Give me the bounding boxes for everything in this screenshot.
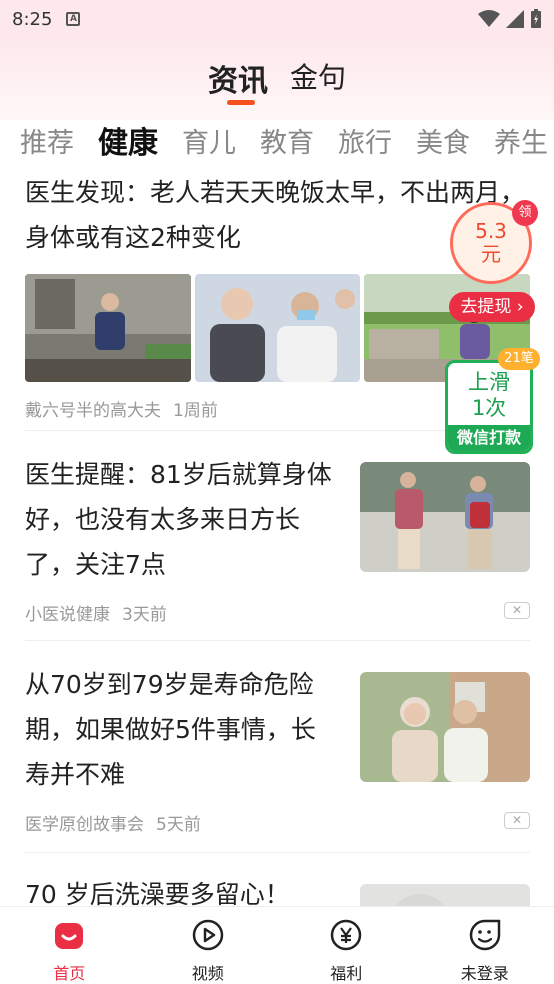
divider bbox=[25, 852, 530, 853]
article-source: 医学原创故事会 bbox=[25, 815, 144, 835]
category-bar: 推荐 健康 育儿 教育 旅行 美食 养生 bbox=[0, 118, 554, 162]
article-image bbox=[360, 884, 530, 906]
withdraw-button[interactable]: 去提现 › bbox=[449, 292, 535, 322]
article-image bbox=[360, 462, 530, 572]
category-education[interactable]: 教育 bbox=[260, 121, 314, 160]
home-icon bbox=[51, 917, 87, 952]
tab-news[interactable]: 资讯 bbox=[208, 56, 268, 100]
slide-card-footer: 微信打款 bbox=[448, 425, 530, 451]
category-parenting[interactable]: 育儿 bbox=[182, 121, 236, 160]
status-icons bbox=[478, 9, 542, 29]
slide-count-badge: 21笔 bbox=[498, 348, 540, 370]
article-item[interactable]: 医生提醒：81岁后就算身体好，也没有太多来日方长了，关注7点 小医说健康 3天前… bbox=[25, 452, 530, 625]
category-health[interactable]: 健康 bbox=[98, 118, 158, 162]
nav-home-label: 首页 bbox=[53, 964, 86, 983]
category-recommend[interactable]: 推荐 bbox=[20, 121, 74, 160]
article-title: 从70岁到79岁是寿命危险期，如果做好5件事情，长寿并不难 bbox=[25, 670, 316, 789]
nav-home[interactable]: 首页 bbox=[0, 907, 139, 984]
article-source: 小医说健康 bbox=[25, 605, 110, 625]
status-bar: 8:25 A bbox=[0, 0, 554, 38]
article-source: 戴六号半的高大夫 bbox=[25, 401, 161, 421]
dismiss-button[interactable]: ✕ bbox=[504, 602, 530, 619]
slide-card-line2: 1次 bbox=[471, 396, 507, 420]
article-time: 3天前 bbox=[122, 605, 167, 625]
claim-badge[interactable]: 领 bbox=[512, 200, 538, 226]
withdraw-label: 去提现 bbox=[460, 297, 512, 317]
article-time: 1周前 bbox=[173, 401, 218, 421]
nav-welfare-label: 福利 bbox=[330, 964, 363, 983]
wifi-icon bbox=[478, 10, 500, 27]
article-item[interactable]: 从70岁到79岁是寿命危险期，如果做好5件事情，长寿并不难 医学原创故事会 5天… bbox=[25, 662, 530, 835]
category-wellness[interactable]: 养生 bbox=[494, 121, 548, 160]
reward-unit: 元 bbox=[481, 242, 501, 266]
battery-icon bbox=[531, 9, 541, 28]
category-food[interactable]: 美食 bbox=[416, 121, 470, 160]
article-item[interactable]: 70 岁后洗澡要多留心！ bbox=[25, 872, 530, 906]
category-travel[interactable]: 旅行 bbox=[338, 121, 392, 160]
nav-login[interactable]: 未登录 bbox=[416, 907, 554, 984]
nav-video-label: 视频 bbox=[191, 964, 224, 983]
article-title: 医生提醒：81岁后就算身体好，也没有太多来日方长了，关注7点 bbox=[25, 460, 332, 579]
notification-a-icon: A bbox=[66, 12, 81, 26]
smiley-user-icon bbox=[467, 917, 503, 952]
nav-login-label: 未登录 bbox=[460, 964, 509, 983]
nav-video[interactable]: 视频 bbox=[139, 907, 278, 984]
active-tab-indicator bbox=[227, 100, 255, 105]
article-meta: 医学原创故事会 5天前 bbox=[25, 810, 201, 835]
article-image bbox=[360, 672, 530, 782]
tab-quotes[interactable]: 金句 bbox=[290, 56, 346, 100]
reward-amount: 5.3 bbox=[475, 219, 507, 243]
reward-coin-widget[interactable]: 5.3 元 领 bbox=[448, 200, 538, 286]
main-tabs: 资讯 金句 bbox=[0, 56, 554, 100]
chevron-right-icon: › bbox=[511, 297, 524, 317]
slide-card-line1: 上滑 bbox=[468, 370, 510, 394]
article-time: 5天前 bbox=[156, 815, 201, 835]
top-header: 资讯 金句 bbox=[0, 38, 554, 120]
slide-reward-card[interactable]: 上滑 1次 微信打款 bbox=[445, 360, 533, 454]
article-image bbox=[194, 274, 361, 382]
article-image bbox=[25, 274, 191, 382]
article-title: 70 岁后洗澡要多留心！ bbox=[25, 880, 290, 906]
yuan-coin-icon bbox=[328, 917, 364, 952]
dismiss-button[interactable]: ✕ bbox=[504, 812, 530, 829]
article-meta: 小医说健康 3天前 bbox=[25, 600, 167, 625]
signal-icon bbox=[506, 10, 524, 28]
bottom-nav: 首页 视频 福利 未登录 bbox=[0, 906, 554, 984]
divider bbox=[25, 640, 530, 641]
status-time: 8:25 bbox=[12, 8, 53, 30]
video-play-icon bbox=[190, 917, 226, 952]
nav-welfare[interactable]: 福利 bbox=[277, 907, 416, 984]
